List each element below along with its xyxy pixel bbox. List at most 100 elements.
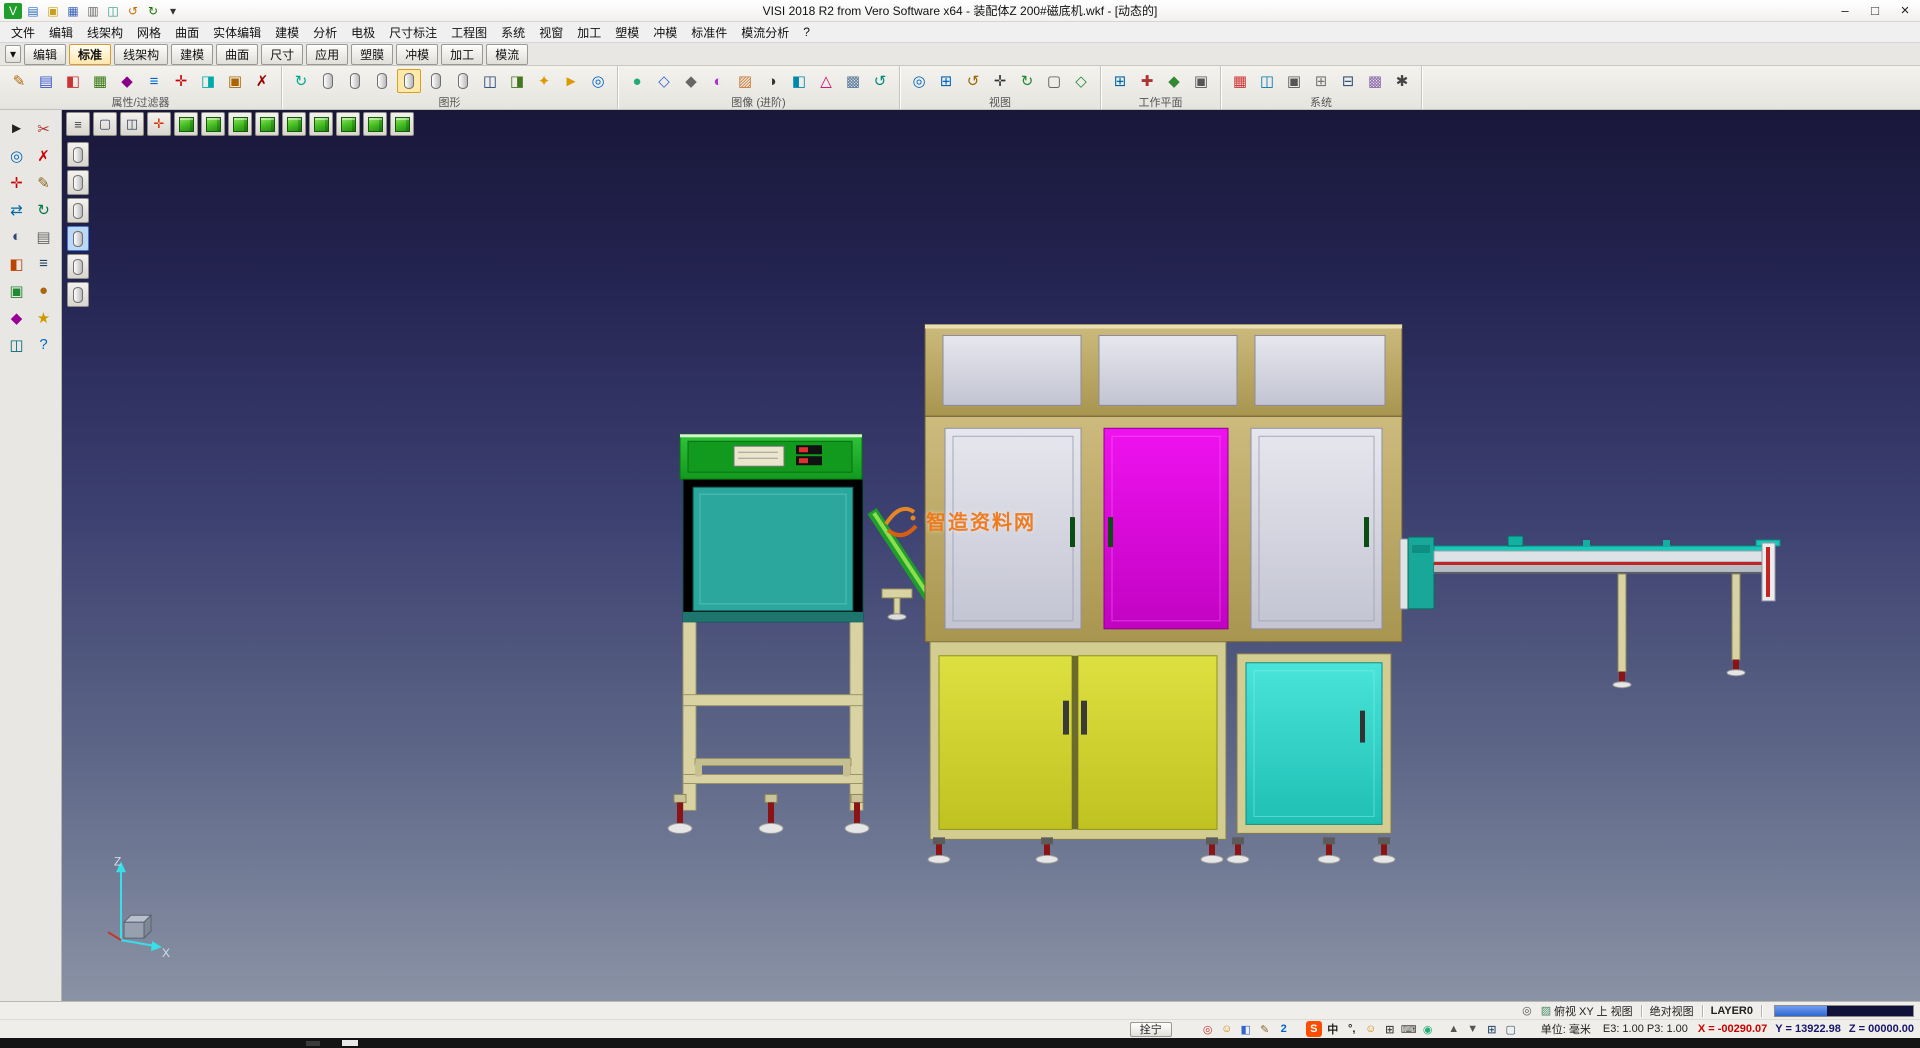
chinese-mode-icon[interactable]: 中: [1325, 1021, 1341, 1037]
world-icon[interactable]: ◐: [4, 224, 29, 249]
perspective-icon[interactable]: △: [814, 69, 838, 93]
menu-item[interactable]: 曲面: [168, 24, 206, 41]
menu-item[interactable]: 线架构: [80, 24, 130, 41]
texture-icon[interactable]: ▨: [733, 69, 757, 93]
zoom-all-icon[interactable]: ◎: [907, 69, 931, 93]
plane-indicator-icon[interactable]: ▨: [1538, 1003, 1554, 1019]
menu-item[interactable]: 编辑: [42, 24, 80, 41]
menu-item[interactable]: 系统: [494, 24, 532, 41]
view-filter-3-icon[interactable]: [67, 198, 89, 223]
tab-加工[interactable]: 加工: [441, 44, 483, 65]
line-filter-icon[interactable]: ≡: [142, 69, 166, 93]
tab-标准[interactable]: 标准: [69, 44, 111, 65]
shaded-mode-icon[interactable]: ●: [625, 69, 649, 93]
workplane-3points-icon[interactable]: ✚: [1135, 69, 1159, 93]
back-cube-icon[interactable]: [309, 112, 333, 136]
print-icon[interactable]: ▥: [84, 3, 102, 19]
show-all-icon[interactable]: [370, 69, 394, 93]
styles-icon[interactable]: ▤: [34, 69, 58, 93]
favorites-icon[interactable]: ★: [31, 305, 56, 330]
solid-filter-icon[interactable]: ▣: [223, 69, 247, 93]
clip-icon[interactable]: ◫: [4, 332, 29, 357]
hide-all-icon[interactable]: [397, 69, 421, 93]
new-doc-icon[interactable]: ▤: [24, 3, 42, 19]
tab-建模[interactable]: 建模: [171, 44, 213, 65]
zoom-dynamic-icon[interactable]: ◎: [4, 143, 29, 168]
right-cube-icon[interactable]: [255, 112, 279, 136]
taskbar-item[interactable]: [342, 1040, 358, 1046]
menu-item[interactable]: 电极: [344, 24, 382, 41]
target-icon[interactable]: ◎: [1200, 1021, 1216, 1037]
regen-icon[interactable]: ↻: [289, 69, 313, 93]
background-icon[interactable]: ▩: [841, 69, 865, 93]
wireframe-mode-icon[interactable]: ◇: [652, 69, 676, 93]
tab-应用[interactable]: 应用: [306, 44, 348, 65]
layer-filter-icon[interactable]: ▦: [88, 69, 112, 93]
front-view-icon[interactable]: ▢: [1042, 69, 1066, 93]
view-filter-1-icon[interactable]: [67, 142, 89, 167]
tab-模流[interactable]: 模流: [486, 44, 528, 65]
active-layer-label[interactable]: LAYER0: [1711, 1005, 1753, 1017]
sketch-icon[interactable]: ✎: [31, 170, 56, 195]
minimize-button[interactable]: –: [1830, 1, 1860, 21]
axes-icon[interactable]: ✛: [4, 170, 29, 195]
examine-icon[interactable]: ◎: [586, 69, 610, 93]
highlight-icon[interactable]: ✦: [532, 69, 556, 93]
tab-尺寸[interactable]: 尺寸: [261, 44, 303, 65]
attributes-icon[interactable]: ✎: [7, 69, 31, 93]
model-main-machine[interactable]: [925, 325, 1402, 864]
type-filter-icon[interactable]: ◆: [115, 69, 139, 93]
model-conveyor[interactable]: [1400, 536, 1780, 688]
punctuation-icon[interactable]: °,: [1344, 1021, 1360, 1037]
zoom-window-icon[interactable]: ⊞: [934, 69, 958, 93]
zoom-previous-icon[interactable]: ↺: [961, 69, 985, 93]
hidden-line-icon[interactable]: ◆: [679, 69, 703, 93]
workplane-standard-icon[interactable]: ⊞: [1108, 69, 1132, 93]
view-menu-icon[interactable]: ≡: [66, 112, 90, 136]
sogou-icon[interactable]: S: [1306, 1021, 1322, 1037]
paste-graphics-icon[interactable]: ◨: [505, 69, 529, 93]
reset-filter-icon[interactable]: ✗: [250, 69, 274, 93]
measure-icon[interactable]: ◆: [4, 305, 29, 330]
grid-icon[interactable]: ⊞: [1309, 69, 1333, 93]
front-cube-icon[interactable]: [228, 112, 252, 136]
preview-window-icon[interactable]: ◫: [1255, 69, 1279, 93]
raster-icon[interactable]: ▩: [1363, 69, 1387, 93]
erase-icon[interactable]: ✂: [31, 116, 56, 141]
rotate-view-icon[interactable]: ↻: [1015, 69, 1039, 93]
invert-visibility-icon[interactable]: [424, 69, 448, 93]
dimetric-cube-icon[interactable]: [390, 112, 414, 136]
visi-logo[interactable]: V: [4, 3, 22, 19]
menu-item[interactable]: 文件: [4, 24, 42, 41]
tab-曲面[interactable]: 曲面: [216, 44, 258, 65]
mic-icon[interactable]: ◉: [1420, 1021, 1436, 1037]
isolate-icon[interactable]: [451, 69, 475, 93]
redo-icon[interactable]: ↻: [144, 3, 162, 19]
maximize-button[interactable]: □: [1860, 1, 1890, 21]
pin-up-icon[interactable]: ▲: [1446, 1021, 1462, 1037]
left-cube-icon[interactable]: [282, 112, 306, 136]
paint-icon[interactable]: ◧: [4, 251, 29, 276]
view-filter-5-icon[interactable]: [67, 254, 89, 279]
menu-item[interactable]: 分析: [306, 24, 344, 41]
menu-item[interactable]: 网格: [130, 24, 168, 41]
section-icon[interactable]: ◧: [787, 69, 811, 93]
layers-icon[interactable]: ≡: [31, 251, 56, 276]
triad-icon[interactable]: ✛: [147, 112, 171, 136]
single-window-icon[interactable]: ▢: [93, 112, 117, 136]
sphere-icon[interactable]: ●: [31, 278, 56, 303]
surface-filter-icon[interactable]: ◨: [196, 69, 220, 93]
help-tool-icon[interactable]: ?: [31, 332, 56, 357]
rotate-icon[interactable]: ↻: [31, 197, 56, 222]
menu-item[interactable]: ?: [796, 25, 817, 39]
menu-item[interactable]: 标准件: [684, 24, 734, 41]
iso-view-icon[interactable]: ◇: [1069, 69, 1093, 93]
color-filter-icon[interactable]: ◧: [61, 69, 85, 93]
multi-window-icon[interactable]: ◫: [120, 112, 144, 136]
taskbar-strip[interactable]: [0, 1038, 1920, 1048]
notify-2-icon[interactable]: 2: [1276, 1021, 1292, 1037]
customize-arrow-icon[interactable]: ▾: [164, 3, 182, 19]
pan-icon[interactable]: ✛: [988, 69, 1012, 93]
top-cube-icon[interactable]: [201, 112, 225, 136]
model-left-machine[interactable]: [668, 434, 869, 833]
